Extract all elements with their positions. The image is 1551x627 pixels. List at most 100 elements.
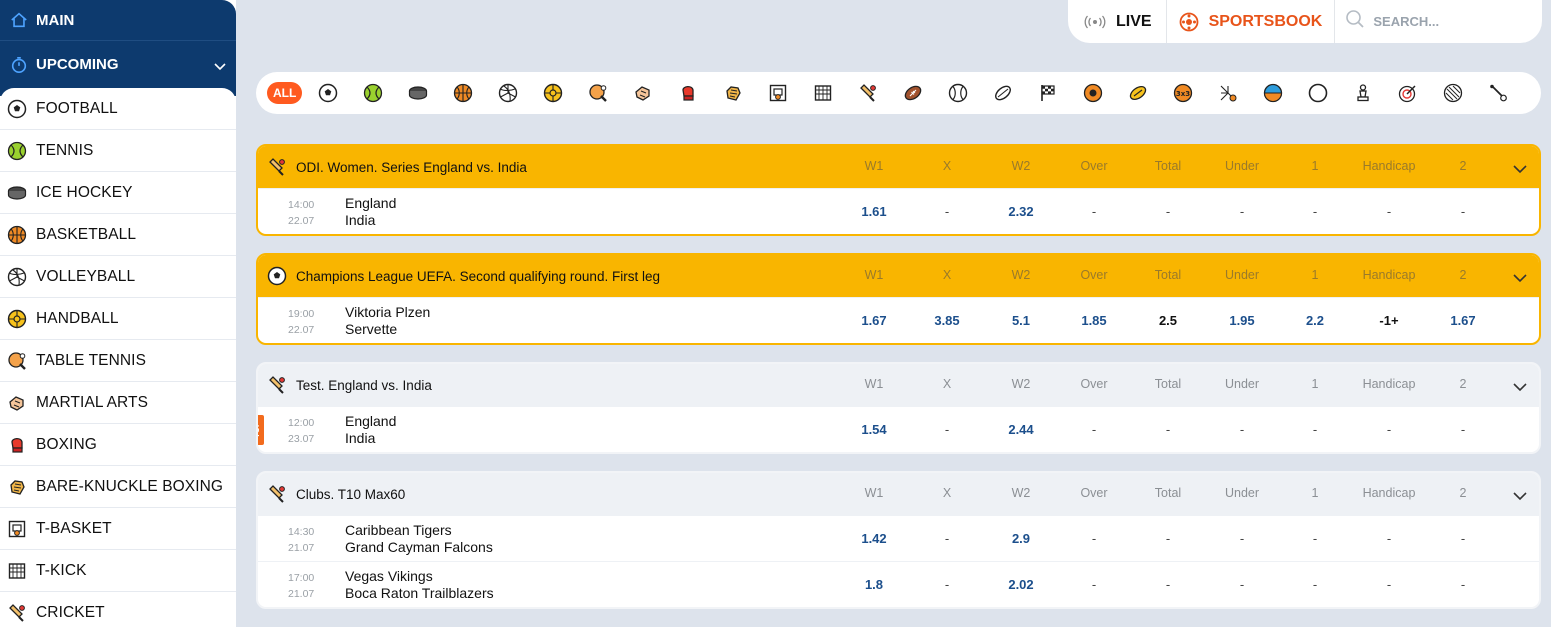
live-button[interactable]: LIVE — [1068, 0, 1167, 43]
odds-x[interactable]: 3.85 — [907, 313, 987, 328]
league-header[interactable]: Clubs. T10 Max60 W1 X W2 Over Total Under 1 Hand… — [258, 473, 1539, 515]
sidebar-sport-football[interactable]: FOOTBALL — [0, 88, 236, 130]
filter-3x3-basketball-icon[interactable]: 3x3 — [1173, 72, 1218, 114]
match-row[interactable]: 17:00 21.07 Vegas Vikings Boca Raton Trailb… — [258, 561, 1539, 607]
match-teams[interactable]: Caribbean Tigers Grand Cayman Falcons — [345, 522, 493, 556]
filter-rugby-icon[interactable] — [993, 72, 1038, 114]
sportsbook-button[interactable]: SPORTSBOOK — [1167, 0, 1336, 43]
odds-under[interactable]: 1.95 — [1202, 313, 1282, 328]
filter-chess-icon[interactable] — [1353, 72, 1398, 114]
filter-gaelic-icon[interactable] — [1128, 72, 1173, 114]
sidebar-sport-t-kick[interactable]: T-KICK — [0, 550, 236, 592]
sidebar-upcoming[interactable]: UPCOMING — [0, 40, 236, 88]
column-header: Handicap — [1362, 268, 1416, 282]
match-row[interactable]: 14:30 21.07 Caribbean Tigers Grand Cayman F… — [258, 515, 1539, 561]
chevron-down-icon[interactable] — [1513, 161, 1527, 179]
odds-w1[interactable]: 1.42 — [834, 531, 914, 546]
sidebar-sport-t-basket[interactable]: T-BASKET — [0, 508, 236, 550]
sidebar-sport-handball[interactable]: HANDBALL — [0, 298, 236, 340]
odds-w2[interactable]: 2.9 — [981, 531, 1061, 546]
filter-basketball-icon[interactable] — [453, 72, 498, 114]
tennis-icon — [6, 140, 28, 162]
match-teams[interactable]: Vegas Vikings Boca Raton Trailblazers — [345, 568, 494, 602]
odds-x: - — [944, 204, 950, 219]
filter-field-hockey-icon[interactable] — [1443, 72, 1488, 114]
filter-volleyball-icon[interactable] — [498, 72, 543, 114]
filter-tennis-icon[interactable] — [363, 72, 408, 114]
sidebar-sport-cricket[interactable]: CRICKET — [0, 592, 236, 627]
sidebar-sport-basketball[interactable]: BASKETBALL — [0, 214, 236, 256]
filter-water-polo-icon[interactable] — [1488, 72, 1533, 114]
odds-over[interactable]: 1.85 — [1054, 313, 1134, 328]
filter-cricket-icon[interactable] — [858, 72, 903, 114]
odds-w1[interactable]: 1.61 — [834, 204, 914, 219]
filter-racing-flag-icon[interactable] — [1038, 72, 1083, 114]
column-header: Handicap — [1362, 486, 1416, 500]
odds-total[interactable]: 2.5 — [1128, 313, 1208, 328]
match-teams[interactable]: Viktoria Plzen Servette — [345, 304, 430, 338]
filter-darts-icon[interactable] — [1398, 72, 1443, 114]
match-row[interactable]: 19:00 22.07 Viktoria Plzen Servette 1.67 3.85… — [258, 297, 1539, 343]
filter-badminton-icon[interactable] — [1218, 72, 1263, 114]
sidebar-sport-ice-hockey[interactable]: ICE HOCKEY — [0, 172, 236, 214]
sidebar: MAIN UPCOMING FOOTBALL TENNIS ICE HOCKEY BA… — [0, 0, 236, 627]
search-input[interactable] — [1373, 14, 1544, 29]
odds-w1[interactable]: 1.67 — [834, 313, 914, 328]
odds-2[interactable]: 1.67 — [1423, 313, 1503, 328]
sidebar-sport-bare-knuckle-boxing[interactable]: BARE-KNUCKLE BOXING — [0, 466, 236, 508]
odds-w2[interactable]: 2.02 — [981, 577, 1061, 592]
filter-table-tennis-icon[interactable] — [588, 72, 633, 114]
chevron-down-icon[interactable] — [1513, 379, 1527, 397]
table-tennis-icon — [6, 350, 28, 372]
filter-handball-icon[interactable] — [543, 72, 588, 114]
odds-1[interactable]: 2.2 — [1275, 313, 1355, 328]
odds-w1[interactable]: 1.8 — [834, 577, 914, 592]
odds-total: - — [1165, 531, 1171, 546]
chevron-down-icon[interactable] — [1513, 488, 1527, 506]
match-row[interactable]: 14:00 22.07 England India 1.61 - 2.32 - - - - - - — [258, 188, 1539, 234]
odds-w2[interactable]: 2.32 — [981, 204, 1061, 219]
filter-snooker-icon[interactable] — [1308, 72, 1353, 114]
odds-w2[interactable]: 5.1 — [981, 313, 1061, 328]
sidebar-sport-martial-arts[interactable]: MARTIAL ARTS — [0, 382, 236, 424]
sidebar-sport-boxing[interactable]: BOXING — [0, 424, 236, 466]
sidebar-sport-volleyball[interactable]: VOLLEYBALL — [0, 256, 236, 298]
filter-beach-volley-icon[interactable] — [1263, 72, 1308, 114]
league-header[interactable]: Champions League UEFA. Second qualifying… — [258, 255, 1539, 297]
filter-boxing-icon[interactable] — [678, 72, 723, 114]
sidebar-sport-tennis[interactable]: TENNIS — [0, 130, 236, 172]
filter-bare-knuckle-icon[interactable] — [723, 72, 768, 114]
match-datetime: 14:00 22.07 — [288, 197, 314, 229]
match-teams[interactable]: England India — [345, 413, 396, 447]
league-header[interactable]: Test. England vs. India W1 X W2 Over Total Und… — [258, 364, 1539, 406]
filter-ice-hockey-icon[interactable] — [408, 72, 453, 114]
sidebar-main[interactable]: MAIN — [0, 0, 236, 40]
match-teams[interactable]: England India — [345, 195, 396, 229]
odds-handicap: - — [1386, 577, 1392, 592]
filter-aussie-rules-icon[interactable] — [1083, 72, 1128, 114]
match-datetime: 19:00 22.07 — [288, 306, 314, 338]
chevron-down-icon[interactable] — [1513, 270, 1527, 288]
match-row[interactable]: TOP 12:00 23.07 England India 1.54 - 2.44 - - - - - - — [258, 406, 1539, 452]
league-header[interactable]: ODI. Women. Series England vs. India W1 X W… — [258, 146, 1539, 188]
cricket-icon — [266, 483, 288, 505]
filter-t-basket-icon[interactable] — [768, 72, 813, 114]
odds-w2[interactable]: 2.44 — [981, 422, 1061, 437]
team-away: Boca Raton Trailblazers — [345, 585, 494, 601]
odds-handicap: - — [1386, 531, 1392, 546]
filter-t-kick-icon[interactable] — [813, 72, 858, 114]
team-home: England — [345, 413, 397, 429]
boxing-icon — [6, 434, 28, 456]
filter-baseball-icon[interactable] — [948, 72, 993, 114]
filter-all-button[interactable]: ALL — [267, 82, 303, 104]
chevron-down-icon[interactable] — [214, 58, 226, 75]
filter-american-football-icon[interactable] — [903, 72, 948, 114]
league-title: Champions League UEFA. Second qualifying… — [296, 268, 660, 284]
sidebar-sport-table-tennis[interactable]: TABLE TENNIS — [0, 340, 236, 382]
filter-martial-arts-icon[interactable] — [633, 72, 678, 114]
odds-w1[interactable]: 1.54 — [834, 422, 914, 437]
odds-handicap[interactable]: -1+ — [1349, 313, 1429, 328]
match-date: 21.07 — [288, 542, 315, 554]
filter-football-icon[interactable] — [318, 72, 363, 114]
search-box[interactable] — [1335, 9, 1544, 34]
